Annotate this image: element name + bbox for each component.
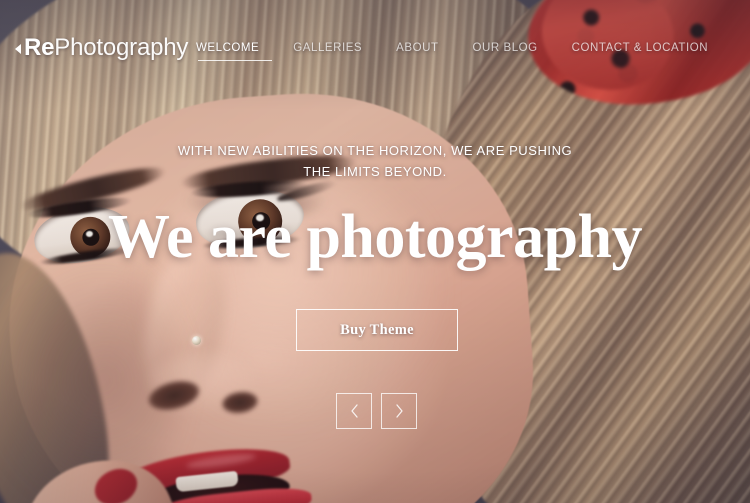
hero-subtitle: WITH NEW ABILITIES ON THE HORIZON, WE AR… <box>0 140 750 182</box>
logo-text-light: Photography <box>54 34 189 61</box>
nav-active-underline <box>198 60 272 61</box>
nav-item-about-label: ABOUT <box>396 42 439 54</box>
slider-navigation <box>336 393 417 429</box>
hero-subtitle-line-1: WITH NEW ABILITIES ON THE HORIZON, WE AR… <box>177 143 573 158</box>
nav-item-contact-location[interactable]: CONTACT & LOCATION <box>572 42 708 70</box>
caret-left-icon <box>15 44 21 54</box>
site-logo[interactable]: Re Photography <box>15 34 188 62</box>
slider-prev-button[interactable] <box>336 393 372 429</box>
nav-item-our-blog[interactable]: OUR BLOG <box>473 42 538 70</box>
site-header: Re Photography WELCOME GALLERIES ABOUT O… <box>0 0 750 96</box>
chevron-right-icon <box>395 404 403 418</box>
hero-subtitle-line-2: THE LIMITS BEYOND. <box>303 164 447 179</box>
nav-item-contact-location-label: CONTACT & LOCATION <box>571 42 709 54</box>
hero-overlay: Re Photography WELCOME GALLERIES ABOUT O… <box>0 0 750 503</box>
nav-item-galleries-label: GALLERIES <box>293 42 363 54</box>
slider-next-button[interactable] <box>381 393 417 429</box>
nav-item-about[interactable]: ABOUT <box>396 42 438 70</box>
nav-item-welcome[interactable]: WELCOME <box>196 42 272 70</box>
nav-item-galleries[interactable]: GALLERIES <box>293 42 362 70</box>
hero-slide: Re Photography WELCOME GALLERIES ABOUT O… <box>0 0 750 503</box>
main-navigation: WELCOME GALLERIES ABOUT OUR BLOG CONTACT… <box>196 42 708 70</box>
nav-item-welcome-label: WELCOME <box>196 42 260 54</box>
logo-text-strong: Re <box>24 34 55 61</box>
buy-theme-button[interactable]: Buy Theme <box>296 309 458 351</box>
chevron-left-icon <box>350 404 358 418</box>
hero-title: We are photography <box>107 203 643 271</box>
nav-item-our-blog-label: OUR BLOG <box>472 42 538 54</box>
